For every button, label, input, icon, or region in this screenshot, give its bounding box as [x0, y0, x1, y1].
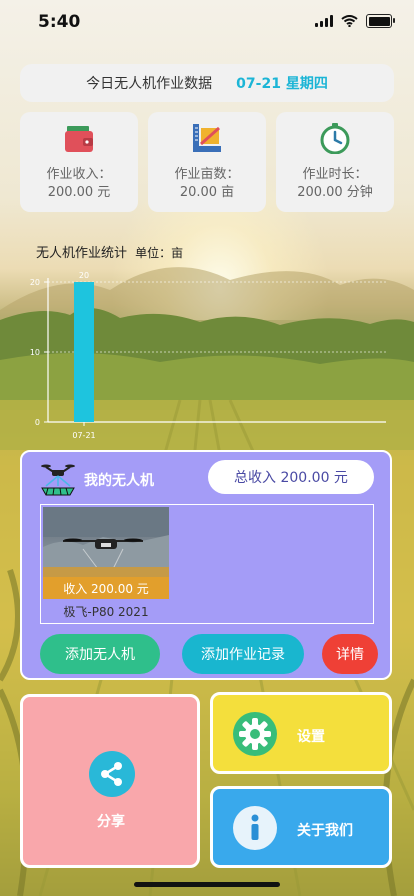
- status-time: 5:40: [38, 12, 81, 32]
- y-tick-label: 10: [30, 348, 40, 357]
- drone-spray-icon: [41, 464, 75, 496]
- stat-value-income: 200.00 元: [47, 185, 111, 200]
- bar-data-label: 20: [79, 271, 89, 280]
- details-button[interactable]: 详情: [322, 634, 378, 674]
- stat-label-acreage: 作业亩数：: [174, 167, 240, 182]
- y-tick-label: 20: [30, 278, 40, 287]
- share-tile[interactable]: 分享: [20, 694, 200, 868]
- stat-label-income: 作业收入：: [46, 167, 112, 182]
- chart-title: 无人机作业统计 单位：亩: [36, 242, 183, 261]
- status-bar: 5:40: [0, 0, 414, 44]
- header-date: 07-21 星期四: [236, 76, 328, 92]
- share-icon: [89, 751, 135, 797]
- add-drone-button[interactable]: 添加无人机: [40, 634, 160, 674]
- total-income-badge: 总收入 200.00 元: [208, 460, 374, 494]
- stat-card-income: 作业收入： 200.00 元: [20, 112, 138, 212]
- stopwatch-icon: [320, 123, 350, 155]
- about-label: 关于我们: [297, 823, 353, 839]
- drone-list: 收入 200.00 元 极飞-P80 2021: [40, 504, 374, 624]
- chart-bar: [74, 282, 94, 422]
- my-drones-panel: 我的无人机 总收入 200.00 元 收入 200.00 元 极飞-P80 20…: [20, 450, 392, 680]
- drone-income: 收入 200.00 元: [43, 577, 169, 599]
- drone-card[interactable]: 收入 200.00 元 极飞-P80 2021: [43, 507, 169, 621]
- info-icon: [233, 806, 277, 850]
- stat-card-acreage: 作业亩数： 20.00 亩: [148, 112, 266, 212]
- wifi-icon: [341, 15, 358, 27]
- stat-label-duration: 作业时长：: [302, 167, 368, 182]
- drone-photo: 收入 200.00 元: [43, 507, 169, 599]
- stat-card-duration: 作业时长： 200.00 分钟: [276, 112, 394, 212]
- today-data-header: 今日无人机作业数据 07-21 星期四: [20, 64, 394, 102]
- add-record-button[interactable]: 添加作业记录: [182, 634, 304, 674]
- stat-value-duration: 200.00 分钟: [297, 185, 373, 200]
- battery-icon: [366, 14, 395, 28]
- chart-title-text: 无人机作业统计: [36, 246, 128, 261]
- signal-icon: [315, 15, 333, 27]
- gear-icon: [233, 712, 277, 756]
- status-icons: [315, 14, 395, 28]
- home-indicator: [134, 882, 280, 887]
- share-label: 分享: [97, 814, 125, 830]
- settings-tile[interactable]: 设置: [210, 692, 392, 774]
- wallet-icon: [65, 126, 93, 152]
- my-drones-title: 我的无人机: [84, 473, 154, 489]
- ruler-icon: [193, 124, 221, 152]
- stat-value-acreage: 20.00 亩: [179, 185, 235, 200]
- work-stats-chart: 0 10 20 20 07-21: [30, 271, 386, 440]
- drone-name: 极飞-P80 2021: [63, 605, 149, 619]
- about-tile[interactable]: 关于我们: [210, 786, 392, 868]
- y-tick-label: 0: [35, 418, 40, 427]
- settings-label: 设置: [297, 729, 325, 745]
- chart-unit: 单位：亩: [135, 246, 184, 260]
- header-title: 今日无人机作业数据: [86, 76, 213, 92]
- x-tick-label: 07-21: [72, 431, 95, 440]
